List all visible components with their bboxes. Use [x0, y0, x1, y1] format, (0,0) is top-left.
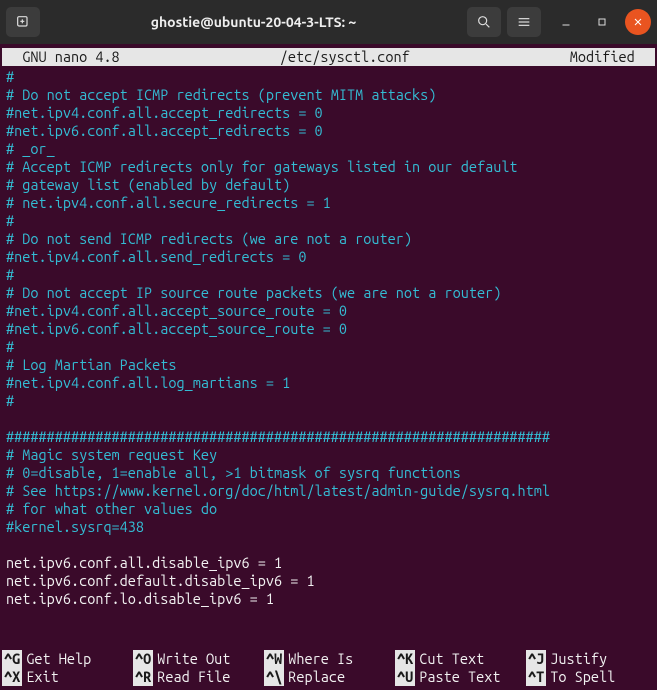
editor-line: #: [6, 266, 651, 284]
new-tab-button[interactable]: [6, 7, 40, 37]
shortcut-cut-text[interactable]: ^KCut Text: [395, 650, 524, 668]
shortcut-key: ^K: [395, 650, 415, 668]
shortcut-key: ^R: [133, 668, 153, 686]
editor-line: [6, 536, 651, 554]
maximize-button[interactable]: [589, 9, 615, 35]
editor-line: # Do not send ICMP redirects (we are not…: [6, 230, 651, 248]
minimize-button[interactable]: [553, 9, 579, 35]
editor-line: net.ipv6.conf.all.disable_ipv6 = 1: [6, 554, 651, 572]
editor-line: # for what other values do: [6, 500, 651, 518]
editor-line: # Log Martian Packets: [6, 356, 651, 374]
shortcut-label: Paste Text: [419, 668, 500, 686]
nano-statusbar: GNU nano 4.8 /etc/sysctl.conf Modified: [2, 48, 655, 66]
shortcut-key: ^O: [133, 650, 153, 668]
shortcut-key: ^T: [526, 668, 546, 686]
editor-line: #net.ipv4.conf.all.accept_redirects = 0: [6, 104, 651, 122]
search-icon: [476, 14, 492, 30]
editor-content[interactable]: ## Do not accept ICMP redirects (prevent…: [2, 66, 655, 610]
maximize-icon: [596, 16, 608, 28]
shortcut-key: ^X: [2, 668, 22, 686]
editor-line: #net.ipv4.conf.all.accept_source_route =…: [6, 302, 651, 320]
shortcut-label: Exit: [26, 668, 58, 686]
editor-line: # Do not accept IP source route packets …: [6, 284, 651, 302]
shortcut-key: ^G: [2, 650, 22, 668]
shortcut-get-help[interactable]: ^GGet Help: [2, 650, 131, 668]
nano-file-path: /etc/sysctl.conf: [124, 48, 566, 66]
editor-line: # See https://www.kernel.org/doc/html/la…: [6, 482, 651, 500]
shortcut-label: Replace: [288, 668, 345, 686]
editor-line: #: [6, 68, 651, 86]
shortcut-write-out[interactable]: ^OWrite Out: [133, 650, 262, 668]
shortcut-label: Justify: [550, 650, 607, 668]
shortcut-label: Read File: [157, 668, 230, 686]
editor-line: # 0=disable, 1=enable all, >1 bitmask of…: [6, 464, 651, 482]
editor-line: net.ipv6.conf.lo.disable_ipv6 = 1: [6, 590, 651, 608]
editor-line: # gateway list (enabled by default): [6, 176, 651, 194]
editor-line: #net.ipv6.conf.all.accept_source_route =…: [6, 320, 651, 338]
nano-app-label: GNU nano 4.8: [2, 48, 124, 66]
editor-line: ########################################…: [6, 428, 651, 446]
shortcut-label: To Spell: [550, 668, 615, 686]
editor-line: [6, 410, 651, 428]
shortcut-replace[interactable]: ^\Replace: [264, 668, 393, 686]
editor-line: #net.ipv6.conf.all.accept_redirects = 0: [6, 122, 651, 140]
titlebar: ghostie@ubuntu-20-04-3-LTS: ~: [0, 0, 657, 44]
shortcut-key: ^W: [264, 650, 284, 668]
editor-line: #net.ipv4.conf.all.log_martians = 1: [6, 374, 651, 392]
editor-line: #: [6, 338, 651, 356]
shortcut-to-spell[interactable]: ^TTo Spell: [526, 668, 655, 686]
minimize-icon: [560, 16, 572, 28]
window-controls: [553, 9, 651, 35]
shortcut-key: ^J: [526, 650, 546, 668]
editor-line: #: [6, 212, 651, 230]
new-tab-icon: [15, 14, 31, 30]
shortcut-key: ^\: [264, 668, 284, 686]
nano-modified-label: Modified: [566, 48, 655, 66]
editor-line: # _or_: [6, 140, 651, 158]
editor-line: # net.ipv4.conf.all.secure_redirects = 1: [6, 194, 651, 212]
shortcut-label: Write Out: [157, 650, 230, 668]
close-icon: [632, 16, 644, 28]
menu-button[interactable]: [507, 7, 541, 37]
shortcut-exit[interactable]: ^XExit: [2, 668, 131, 686]
shortcut-where-is[interactable]: ^WWhere Is: [264, 650, 393, 668]
shortcut-label: Where Is: [288, 650, 353, 668]
editor-line: net.ipv6.conf.default.disable_ipv6 = 1: [6, 572, 651, 590]
terminal-area[interactable]: GNU nano 4.8 /etc/sysctl.conf Modified #…: [0, 44, 657, 690]
editor-line: #: [6, 392, 651, 410]
shortcut-paste-text[interactable]: ^UPaste Text: [395, 668, 524, 686]
editor-line: #net.ipv4.conf.all.send_redirects = 0: [6, 248, 651, 266]
editor-line: # Accept ICMP redirects only for gateway…: [6, 158, 651, 176]
shortcut-label: Cut Text: [419, 650, 484, 668]
nano-shortcut-bar: ^GGet Help^OWrite Out^WWhere Is^KCut Tex…: [2, 650, 655, 686]
search-button[interactable]: [467, 7, 501, 37]
editor-line: # Do not accept ICMP redirects (prevent …: [6, 86, 651, 104]
shortcut-justify[interactable]: ^JJustify: [526, 650, 655, 668]
hamburger-icon: [516, 14, 532, 30]
editor-line: #kernel.sysrq=438: [6, 518, 651, 536]
shortcut-read-file[interactable]: ^RRead File: [133, 668, 262, 686]
shortcut-label: Get Help: [26, 650, 91, 668]
shortcut-key: ^U: [395, 668, 415, 686]
close-button[interactable]: [625, 9, 651, 35]
editor-line: # Magic system request Key: [6, 446, 651, 464]
window-title: ghostie@ubuntu-20-04-3-LTS: ~: [46, 14, 461, 30]
